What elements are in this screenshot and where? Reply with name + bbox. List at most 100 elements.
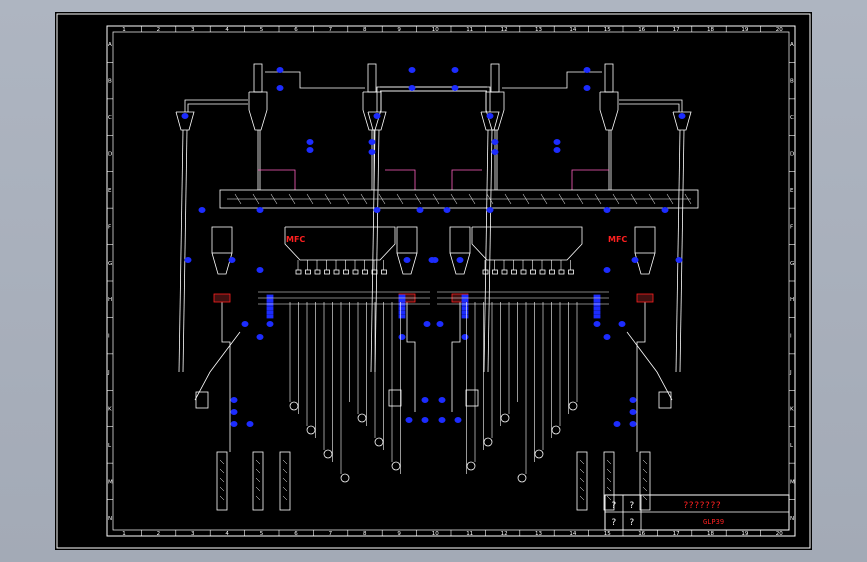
valve-box bbox=[549, 269, 555, 275]
storage-column bbox=[279, 451, 291, 511]
column-fill bbox=[219, 477, 225, 483]
row-letter-left: C bbox=[108, 115, 112, 121]
row-letter-left: I bbox=[108, 334, 110, 340]
port-block bbox=[398, 302, 406, 307]
instrument-tag bbox=[184, 257, 192, 263]
mfc-label-right: MFC bbox=[608, 235, 627, 244]
lower-pipe bbox=[406, 302, 416, 412]
instrument-tag bbox=[256, 207, 264, 213]
instrument-tag bbox=[431, 257, 439, 263]
column-fill bbox=[606, 486, 612, 492]
line-end-marker bbox=[306, 425, 316, 435]
diagonal-pipe bbox=[626, 331, 673, 401]
cyclone-body bbox=[362, 91, 382, 131]
port-block bbox=[266, 294, 274, 299]
column-fill bbox=[219, 486, 225, 492]
instrument-tag bbox=[456, 257, 464, 263]
column-fill bbox=[579, 459, 585, 465]
bunker-cone bbox=[396, 252, 418, 275]
row-letter-left: D bbox=[108, 152, 112, 158]
instrument-tag bbox=[603, 334, 611, 340]
line-end-marker bbox=[357, 413, 367, 423]
bunker-cone bbox=[634, 252, 656, 275]
column-fill bbox=[642, 486, 648, 492]
instrument-tag bbox=[553, 147, 561, 153]
instrument-tag bbox=[230, 421, 238, 427]
column-number-top: 4 bbox=[225, 27, 229, 33]
column-fill bbox=[219, 468, 225, 474]
line-end-marker bbox=[289, 401, 299, 411]
row-letter-left: B bbox=[108, 79, 112, 85]
row-letter-left: F bbox=[108, 224, 111, 230]
port-block bbox=[461, 310, 469, 315]
column-number-bottom: 3 bbox=[191, 531, 195, 537]
pink-signal-line bbox=[385, 169, 416, 190]
port-block bbox=[461, 314, 469, 319]
instrument-tag bbox=[461, 334, 469, 340]
drawing-sheet: 1 1 2 2 3 3 4 4 5 5 6 6 7 7 8 8 9 9 10 10 11 11 12 12 13 13 14 14 15… bbox=[55, 12, 812, 550]
column-number-top: 17 bbox=[673, 27, 680, 33]
row-letter-right: D bbox=[790, 152, 794, 158]
storage-column bbox=[216, 451, 228, 511]
column-number-bottom: 17 bbox=[673, 531, 680, 537]
instrument-tag bbox=[603, 267, 611, 273]
column-number-bottom: 15 bbox=[604, 531, 611, 537]
column-fill bbox=[255, 477, 261, 483]
column-number-bottom: 1 bbox=[122, 531, 126, 537]
column-fill bbox=[255, 486, 261, 492]
port-block bbox=[266, 306, 274, 311]
instrument-tag bbox=[416, 207, 424, 213]
instrument-tag bbox=[629, 397, 637, 403]
cyclone-body bbox=[248, 91, 268, 131]
title-block: ? ? ? ? ??????? GLP39 bbox=[604, 494, 790, 531]
column-fill bbox=[255, 468, 261, 474]
column-number-bottom: 8 bbox=[363, 531, 367, 537]
instrument-tag bbox=[451, 85, 459, 91]
column-fill bbox=[282, 468, 288, 474]
instrument-tag bbox=[421, 417, 429, 423]
instrument-tag bbox=[583, 85, 591, 91]
instrument-tag bbox=[198, 207, 206, 213]
instrument-tag bbox=[398, 334, 406, 340]
instrument-tag bbox=[241, 321, 249, 327]
instrument-tags bbox=[181, 67, 686, 427]
top-pipe bbox=[184, 99, 248, 112]
instrument-tag bbox=[306, 139, 314, 145]
column-number-bottom: 4 bbox=[225, 531, 229, 537]
line-end-marker bbox=[551, 425, 561, 435]
title-block-cell-c: ? bbox=[611, 518, 616, 528]
mfc-label-left: MFC bbox=[286, 235, 305, 244]
row-letter-right: M bbox=[790, 479, 795, 485]
top-pipe bbox=[619, 103, 680, 112]
column-number-bottom: 14 bbox=[569, 531, 576, 537]
instrument-tag bbox=[256, 334, 264, 340]
pink-signal-line bbox=[258, 169, 296, 190]
valve-box bbox=[314, 269, 321, 275]
storage-column bbox=[639, 451, 651, 511]
valve-box bbox=[381, 269, 387, 275]
column-number-top: 1 bbox=[122, 27, 126, 33]
column-number-bottom: 13 bbox=[535, 531, 542, 537]
port-block bbox=[398, 310, 406, 315]
row-letter-right: J bbox=[789, 370, 792, 376]
instrument-tag bbox=[228, 257, 236, 263]
line-end-marker bbox=[534, 449, 544, 459]
row-letter-right: G bbox=[790, 261, 794, 267]
instrument-tag bbox=[408, 67, 416, 73]
column-number-bottom: 12 bbox=[501, 531, 508, 537]
column-fill bbox=[642, 477, 648, 483]
port-block bbox=[266, 302, 274, 307]
column-fill bbox=[606, 468, 612, 474]
column-fill bbox=[219, 459, 225, 465]
valve-box bbox=[352, 269, 359, 275]
column-number-bottom: 20 bbox=[776, 531, 783, 537]
instrument-tag bbox=[491, 149, 499, 155]
pink-signal-line bbox=[571, 169, 609, 190]
line-end-marker bbox=[466, 461, 476, 471]
instrument-tag bbox=[306, 147, 314, 153]
cyclone-inlet bbox=[367, 63, 377, 93]
instrument-tag bbox=[451, 67, 459, 73]
row-letter-left: H bbox=[108, 297, 112, 303]
column-fill bbox=[282, 477, 288, 483]
port-block bbox=[593, 298, 601, 303]
